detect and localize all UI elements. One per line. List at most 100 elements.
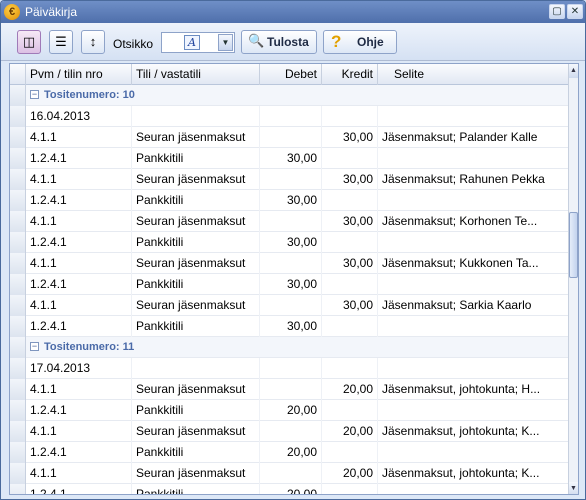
cell-kredit[interactable] <box>322 106 378 127</box>
collapse-group-icon[interactable]: − <box>30 90 39 99</box>
table-row[interactable]: 4.1.1 Seuran jäsenmaksut 30,00 Jäsenmaksut;… <box>10 295 570 316</box>
table-row[interactable]: 1.2.4.1 Pankkitili 20,00 <box>10 484 570 494</box>
table-row[interactable]: 1.2.4.1 Pankkitili 30,00 <box>10 190 570 211</box>
cell-tili[interactable]: Pankkitili <box>132 274 260 295</box>
row-selector[interactable] <box>10 253 26 274</box>
maximize-button[interactable]: ▢ <box>549 4 565 19</box>
table-row[interactable]: 4.1.1 Seuran jäsenmaksut 30,00 Jäsenmaksut;… <box>10 127 570 148</box>
cell-tili[interactable]: Pankkitili <box>132 190 260 211</box>
cell-tili[interactable]: Seuran jäsenmaksut <box>132 253 260 274</box>
row-selector[interactable] <box>10 169 26 190</box>
cell-pvm[interactable]: 1.2.4.1 <box>26 274 132 295</box>
cell-kredit[interactable] <box>322 442 378 463</box>
cell-kredit[interactable] <box>322 484 378 494</box>
table-row[interactable]: 4.1.1 Seuran jäsenmaksut 20,00 Jäsenmaksut,… <box>10 463 570 484</box>
column-header-debet[interactable]: Debet <box>260 64 322 85</box>
table-row[interactable]: 17.04.2013 <box>10 358 570 379</box>
row-selector[interactable] <box>10 421 26 442</box>
row-selector[interactable] <box>10 442 26 463</box>
cell-tili[interactable]: Seuran jäsenmaksut <box>132 295 260 316</box>
print-button[interactable]: 🔍 Tulosta <box>241 30 317 54</box>
cell-kredit[interactable]: 20,00 <box>322 463 378 484</box>
cell-debet[interactable] <box>260 421 322 442</box>
cell-selite[interactable] <box>378 358 570 379</box>
table-row[interactable]: 1.2.4.1 Pankkitili 30,00 <box>10 274 570 295</box>
cell-tili[interactable]: Seuran jäsenmaksut <box>132 127 260 148</box>
cell-debet[interactable] <box>260 463 322 484</box>
cell-selite[interactable]: Jäsenmaksut; Rahunen Pekka <box>378 169 570 190</box>
cell-selite[interactable] <box>378 148 570 169</box>
collapse-group-icon[interactable]: − <box>30 342 39 351</box>
row-selector[interactable] <box>10 316 26 337</box>
cell-tili[interactable]: Pankkitili <box>132 442 260 463</box>
group-row[interactable]: − Tositenumero: 10 <box>10 85 570 106</box>
help-button[interactable]: ? Ohje <box>323 30 397 54</box>
cell-pvm[interactable]: 1.2.4.1 <box>26 232 132 253</box>
column-header-kredit[interactable]: Kredit <box>322 64 378 85</box>
table-row[interactable]: 4.1.1 Seuran jäsenmaksut 30,00 Jäsenmaksut;… <box>10 253 570 274</box>
table-row[interactable]: 1.2.4.1 Pankkitili 20,00 <box>10 442 570 463</box>
row-selector[interactable] <box>10 400 26 421</box>
cell-debet[interactable] <box>260 295 322 316</box>
row-selector[interactable] <box>10 85 26 106</box>
scroll-thumb[interactable] <box>569 212 578 278</box>
row-selector[interactable] <box>10 337 26 358</box>
cell-selite[interactable]: Jäsenmaksut, johtokunta; K... <box>378 463 570 484</box>
row-selector[interactable] <box>10 274 26 295</box>
cell-kredit[interactable]: 30,00 <box>322 211 378 232</box>
font-select[interactable]: A ▼ <box>161 32 235 53</box>
cell-debet[interactable]: 20,00 <box>260 442 322 463</box>
table-row[interactable]: 1.2.4.1 Pankkitili 30,00 <box>10 148 570 169</box>
column-header-pvm[interactable]: Pvm / tilin nro <box>26 64 132 85</box>
cell-pvm[interactable]: 16.04.2013 <box>26 106 132 127</box>
cell-kredit[interactable]: 30,00 <box>322 295 378 316</box>
cell-pvm[interactable]: 4.1.1 <box>26 421 132 442</box>
row-selector[interactable] <box>10 484 26 494</box>
cell-tili[interactable]: Pankkitili <box>132 232 260 253</box>
row-selector[interactable] <box>10 211 26 232</box>
cell-kredit[interactable] <box>322 190 378 211</box>
table-row[interactable]: 4.1.1 Seuran jäsenmaksut 30,00 Jäsenmaksut;… <box>10 211 570 232</box>
cell-debet[interactable] <box>260 127 322 148</box>
cell-kredit[interactable] <box>322 274 378 295</box>
cell-tili[interactable]: Pankkitili <box>132 484 260 494</box>
group-row[interactable]: − Tositenumero: 11 <box>10 337 570 358</box>
row-selector[interactable] <box>10 295 26 316</box>
cell-tili[interactable]: Seuran jäsenmaksut <box>132 379 260 400</box>
row-selector[interactable] <box>10 190 26 211</box>
cell-selite[interactable]: Jäsenmaksut; Kukkonen Ta... <box>378 253 570 274</box>
close-button[interactable]: ✕ <box>567 4 583 19</box>
chevron-down-icon[interactable]: ▼ <box>218 34 233 51</box>
cell-pvm[interactable]: 4.1.1 <box>26 211 132 232</box>
cell-debet[interactable] <box>260 106 322 127</box>
cell-kredit[interactable]: 30,00 <box>322 169 378 190</box>
cell-debet[interactable]: 20,00 <box>260 400 322 421</box>
table-row[interactable]: 4.1.1 Seuran jäsenmaksut 20,00 Jäsenmaksut,… <box>10 379 570 400</box>
cell-tili[interactable]: Pankkitili <box>132 316 260 337</box>
cell-selite[interactable] <box>378 232 570 253</box>
cell-debet[interactable] <box>260 253 322 274</box>
cell-debet[interactable]: 30,00 <box>260 232 322 253</box>
cell-selite[interactable] <box>378 316 570 337</box>
cell-debet[interactable]: 20,00 <box>260 484 322 494</box>
cell-selite[interactable]: Jäsenmaksut, johtokunta; H... <box>378 379 570 400</box>
table-row[interactable]: 1.2.4.1 Pankkitili 30,00 <box>10 232 570 253</box>
cell-pvm[interactable]: 1.2.4.1 <box>26 148 132 169</box>
cell-tili[interactable]: Pankkitili <box>132 400 260 421</box>
row-selector[interactable] <box>10 232 26 253</box>
cell-kredit[interactable] <box>322 316 378 337</box>
cell-selite[interactable] <box>378 400 570 421</box>
cell-selite[interactable]: Jäsenmaksut; Sarkia Kaarlo <box>378 295 570 316</box>
cell-debet[interactable] <box>260 358 322 379</box>
cell-tili[interactable] <box>132 358 260 379</box>
row-selector[interactable] <box>10 148 26 169</box>
row-selector[interactable] <box>10 106 26 127</box>
cell-selite[interactable] <box>378 274 570 295</box>
cell-kredit[interactable]: 30,00 <box>322 253 378 274</box>
cell-pvm[interactable]: 4.1.1 <box>26 127 132 148</box>
cell-kredit[interactable] <box>322 148 378 169</box>
cell-tili[interactable]: Seuran jäsenmaksut <box>132 211 260 232</box>
cell-debet[interactable]: 30,00 <box>260 148 322 169</box>
cell-kredit[interactable] <box>322 358 378 379</box>
cell-kredit[interactable] <box>322 400 378 421</box>
